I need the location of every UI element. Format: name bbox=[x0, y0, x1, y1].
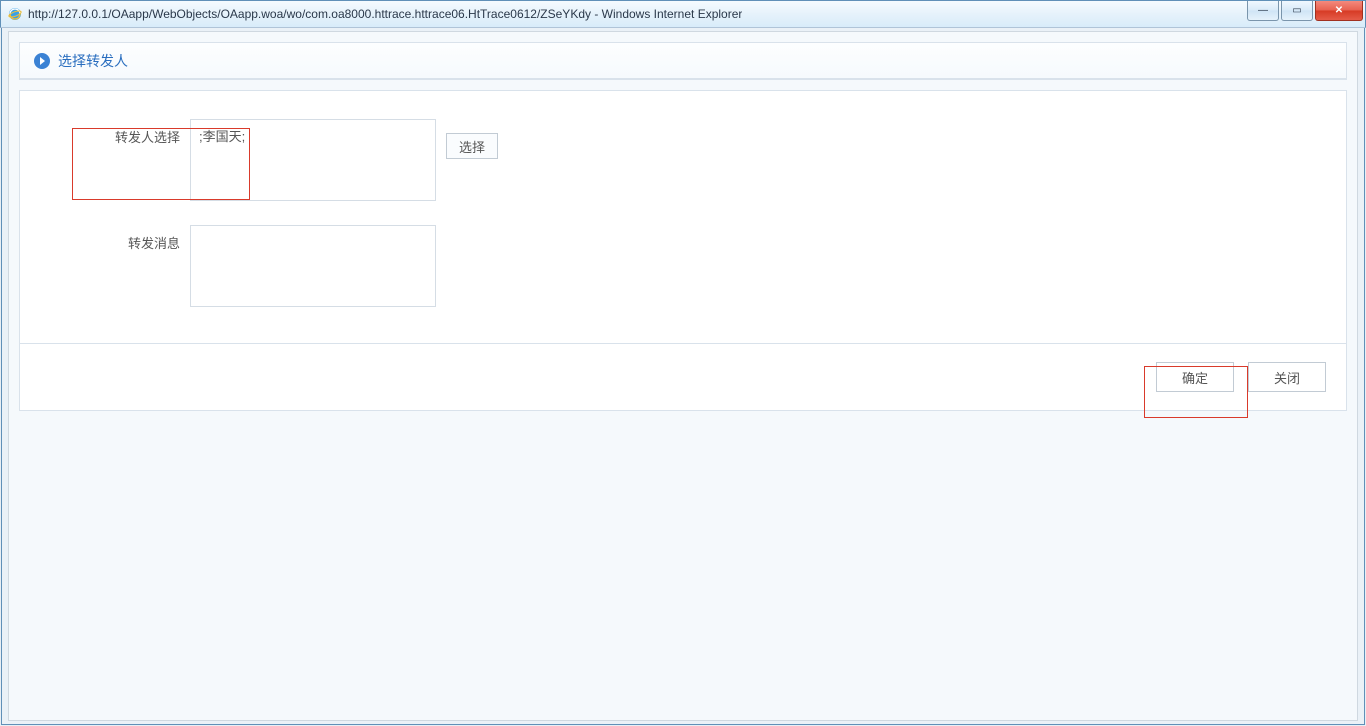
footer-actions: 确定 关闭 bbox=[20, 343, 1346, 410]
client-area: 选择转发人 转发人选择 选择 转发消息 确定 关闭 bbox=[1, 28, 1365, 725]
maximize-button[interactable]: ▭ bbox=[1281, 1, 1313, 21]
window-close-button[interactable]: ✕ bbox=[1315, 1, 1363, 21]
title-panel: 选择转发人 bbox=[19, 42, 1347, 80]
window-title: http://127.0.0.1/OAapp/WebObjects/OAapp.… bbox=[28, 7, 742, 21]
window-controls: — ▭ ✕ bbox=[1245, 1, 1363, 21]
page-inner: 选择转发人 转发人选择 选择 转发消息 确定 关闭 bbox=[8, 31, 1358, 721]
select-button[interactable]: 选择 bbox=[446, 133, 498, 159]
panel-header: 选择转发人 bbox=[20, 43, 1346, 79]
form-area: 转发人选择 选择 转发消息 bbox=[20, 91, 1346, 343]
minimize-button[interactable]: — bbox=[1247, 1, 1279, 21]
recipient-label: 转发人选择 bbox=[80, 119, 190, 146]
confirm-button[interactable]: 确定 bbox=[1156, 362, 1234, 392]
ie-icon bbox=[7, 6, 23, 22]
form-panel: 转发人选择 选择 转发消息 确定 关闭 bbox=[19, 90, 1347, 411]
close-button[interactable]: 关闭 bbox=[1248, 362, 1326, 392]
panel-title: 选择转发人 bbox=[58, 51, 128, 71]
arrow-right-icon bbox=[34, 53, 50, 69]
recipient-textarea[interactable] bbox=[190, 119, 436, 201]
message-label: 转发消息 bbox=[80, 225, 190, 252]
browser-titlebar: http://127.0.0.1/OAapp/WebObjects/OAapp.… bbox=[0, 0, 1366, 28]
message-row: 转发消息 bbox=[80, 225, 1306, 307]
message-textarea[interactable] bbox=[190, 225, 436, 307]
recipient-row: 转发人选择 选择 bbox=[80, 119, 1306, 201]
